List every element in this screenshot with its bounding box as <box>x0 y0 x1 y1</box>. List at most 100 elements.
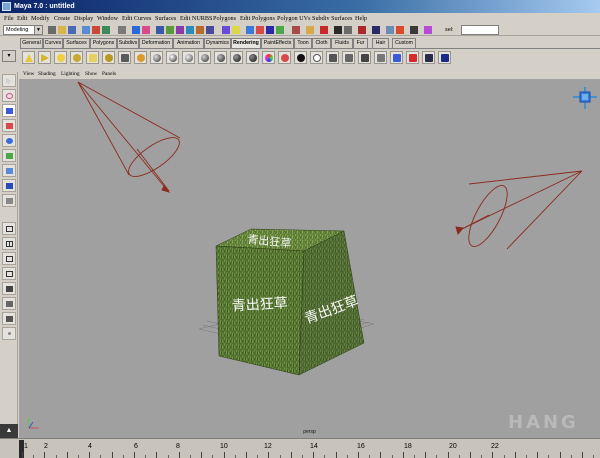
select-object-icon[interactable] <box>92 26 100 34</box>
hypershade-icon[interactable] <box>422 51 435 64</box>
shelf-menu-icon[interactable]: ▾ <box>2 50 16 62</box>
tab-polygons[interactable]: Polygons <box>90 38 117 48</box>
light-point-icon[interactable] <box>54 51 67 64</box>
selection-input[interactable] <box>461 25 499 35</box>
spot-light-right[interactable] <box>455 170 583 252</box>
chevron-down-icon[interactable]: ▼ <box>34 26 42 34</box>
material-lambert-icon[interactable] <box>150 51 163 64</box>
render-globals-icon[interactable] <box>344 26 352 34</box>
tab-curves[interactable]: Curves <box>43 38 63 48</box>
camera-icon[interactable] <box>118 51 131 64</box>
menu-help[interactable]: Help <box>355 13 367 24</box>
rotate-tool-icon[interactable] <box>2 134 16 147</box>
ipr-render-icon[interactable] <box>334 26 342 34</box>
history-icon[interactable] <box>292 26 300 34</box>
material-toon-icon[interactable] <box>278 51 291 64</box>
material-anisotropic-icon[interactable] <box>214 51 227 64</box>
layout-stacked-icon[interactable] <box>2 267 16 280</box>
material-phonge-icon[interactable] <box>198 51 211 64</box>
light-ambient-icon[interactable] <box>70 51 83 64</box>
move-tool-icon[interactable] <box>2 119 16 132</box>
tab-subdivs[interactable]: Subdivs <box>117 38 139 48</box>
layout-custom-icon[interactable] <box>2 327 16 340</box>
select-rendering-icon[interactable] <box>196 26 204 34</box>
maya-app-icon[interactable] <box>2 2 11 11</box>
material-ramp-icon[interactable] <box>262 51 275 64</box>
material-black-icon[interactable] <box>294 51 307 64</box>
time-slider[interactable]: 1 2 4 6 8 10 12 14 16 18 20 22 <box>0 438 600 458</box>
tab-toon[interactable]: Toon <box>294 38 312 48</box>
render-region-icon[interactable] <box>390 51 403 64</box>
save-scene-icon[interactable] <box>68 26 76 34</box>
material-shader-icon[interactable] <box>230 51 243 64</box>
material-phong-icon[interactable] <box>182 51 195 64</box>
highlight-selection-icon[interactable] <box>232 26 240 34</box>
tab-animation[interactable]: Animation <box>173 38 204 48</box>
menu-edit-nurbs[interactable]: Edit NURBS <box>180 13 213 24</box>
layout-hypershade-icon[interactable] <box>2 312 16 325</box>
tab-general[interactable]: General <box>20 38 43 48</box>
menu-subdiv-surfaces[interactable]: Subdiv Surfaces <box>312 13 352 24</box>
textured-cube[interactable]: 青出狂草 青出狂草 青出狂草 <box>215 228 365 376</box>
light-directional-icon[interactable] <box>38 51 51 64</box>
tab-fluids[interactable]: Fluids <box>331 38 353 48</box>
menu-edit-curves[interactable]: Edit Curves <box>122 13 151 24</box>
new-scene-icon[interactable] <box>48 26 56 34</box>
tab-deformation[interactable]: Deformation <box>139 38 173 48</box>
mask-icon[interactable] <box>118 26 126 34</box>
snap-point-icon[interactable] <box>266 26 274 34</box>
light-spot-icon[interactable] <box>22 51 35 64</box>
light-area-icon[interactable] <box>86 51 99 64</box>
select-misc-icon[interactable] <box>206 26 214 34</box>
material-blinn-icon[interactable] <box>166 51 179 64</box>
last-tool-icon[interactable] <box>2 194 16 207</box>
layout-single-icon[interactable] <box>2 222 16 235</box>
render-settings-icon[interactable] <box>326 51 339 64</box>
layer-editor-icon[interactable] <box>424 26 432 34</box>
hypershade-icon[interactable] <box>372 26 380 34</box>
paint-select-tool-icon[interactable] <box>2 104 16 117</box>
panel-menu-lighting[interactable]: Lighting <box>61 70 80 79</box>
menu-edit[interactable]: Edit <box>17 13 27 24</box>
render-frame-icon[interactable] <box>320 26 328 34</box>
tool-settings-icon[interactable] <box>396 26 404 34</box>
select-handles-icon[interactable] <box>132 26 140 34</box>
menu-surfaces[interactable]: Surfaces <box>155 13 176 24</box>
menu-set-dropdown[interactable]: Modeling ▼ <box>3 25 43 35</box>
snap-grid-icon[interactable] <box>246 26 254 34</box>
tab-fur[interactable]: Fur <box>353 38 368 48</box>
batch-render-icon[interactable] <box>374 51 387 64</box>
menu-modify[interactable]: Modify <box>31 13 50 24</box>
select-curves-icon[interactable] <box>156 26 164 34</box>
material-layered-icon[interactable] <box>246 51 259 64</box>
select-tool-icon[interactable] <box>2 74 16 87</box>
material-white-icon[interactable] <box>310 51 323 64</box>
select-surfaces-icon[interactable] <box>166 26 174 34</box>
panel-menu-shading[interactable]: Shading <box>38 70 56 79</box>
select-joints-icon[interactable] <box>142 26 150 34</box>
tab-rendering[interactable]: Rendering <box>231 38 261 48</box>
layout-graph-icon[interactable] <box>2 297 16 310</box>
input-output-icon[interactable] <box>306 26 314 34</box>
light-volume-icon[interactable] <box>102 51 115 64</box>
tab-custom[interactable]: Custom <box>392 38 416 48</box>
menu-polygons[interactable]: Polygons <box>213 13 236 24</box>
layout-outliner-icon[interactable] <box>2 282 16 295</box>
tab-hair[interactable]: Hair <box>372 38 389 48</box>
menu-polygon-uvs[interactable]: Polygon UVs <box>277 13 311 24</box>
scale-tool-icon[interactable] <box>2 149 16 162</box>
panel-menu-show[interactable]: Show <box>85 70 97 79</box>
paint-brush-icon[interactable] <box>438 51 451 64</box>
select-deformations-icon[interactable] <box>176 26 184 34</box>
view-compass-icon[interactable] <box>573 87 597 109</box>
perspective-viewport[interactable]: 青出狂草 青出狂草 青出狂草 persp HANG <box>19 79 600 438</box>
panel-menu-view[interactable]: View <box>23 70 34 79</box>
camera-aim-icon[interactable] <box>134 51 147 64</box>
manipulator-tool-icon[interactable] <box>2 164 16 177</box>
select-hierarchy-icon[interactable] <box>82 26 90 34</box>
menu-create[interactable]: Create <box>54 13 70 24</box>
menu-window[interactable]: Window <box>97 13 118 24</box>
tab-cloth[interactable]: Cloth <box>312 38 331 48</box>
render-view-icon[interactable] <box>342 51 355 64</box>
menu-display[interactable]: Display <box>74 13 93 24</box>
